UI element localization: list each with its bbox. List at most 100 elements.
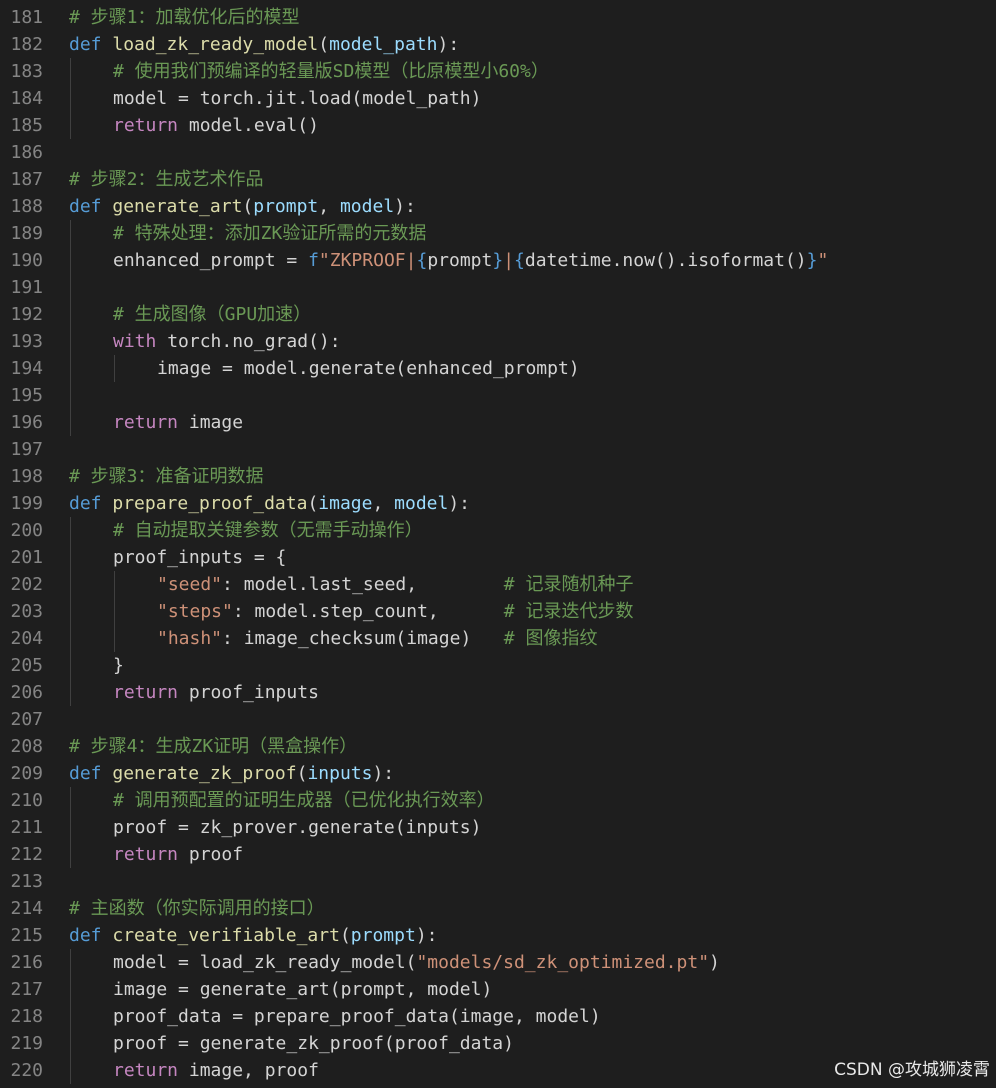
line-number: 202 xyxy=(10,574,43,595)
code-line[interactable]: 191 xyxy=(0,274,996,301)
code-text: # 步骤2：生成艺术作品 xyxy=(69,166,264,193)
code-line[interactable]: 219 proof = generate_zk_proof(proof_data) xyxy=(0,1030,996,1057)
line-number: 199 xyxy=(10,493,43,514)
code-line[interactable]: 204 "hash": image_checksum(image) # 图像指纹 xyxy=(0,625,996,652)
code-token: return xyxy=(113,412,189,433)
code-line[interactable]: 190 enhanced_prompt = f"ZKPROOF|{prompt}|… xyxy=(0,247,996,274)
code-token: # 步骤4：生成ZK证明（黑盒操作） xyxy=(69,736,358,757)
code-token: torch.no_grad(): xyxy=(167,331,341,352)
code-line[interactable]: 209 def generate_zk_proof(inputs): xyxy=(0,760,996,787)
line-number: 209 xyxy=(10,763,43,784)
code-line[interactable]: 188 def generate_art(prompt, model): xyxy=(0,193,996,220)
line-number: 185 xyxy=(10,115,43,136)
code-token: create_verifiable_art xyxy=(112,925,340,946)
code-token: return xyxy=(113,682,189,703)
code-token: model_path xyxy=(329,34,438,55)
line-number: 198 xyxy=(10,466,43,487)
code-text: def load_zk_ready_model(model_path): xyxy=(69,31,459,58)
code-line[interactable]: 200 # 自动提取关键参数（无需手动操作） xyxy=(0,517,996,544)
code-token: generate_zk_proof xyxy=(112,763,297,784)
code-line[interactable]: 216 model = load_zk_ready_model("models/s… xyxy=(0,949,996,976)
code-line[interactable]: 206 return proof_inputs xyxy=(0,679,996,706)
code-token: ( xyxy=(318,34,330,55)
indent-guide xyxy=(114,598,115,625)
code-line[interactable]: 182 def load_zk_ready_model(model_path): xyxy=(0,31,996,58)
code-token: "seed" xyxy=(157,574,223,595)
indent-guide xyxy=(70,517,71,544)
indent-guide xyxy=(70,220,71,247)
code-line[interactable]: 196 return image xyxy=(0,409,996,436)
code-token: | xyxy=(503,250,515,271)
code-line[interactable]: 187 # 步骤2：生成艺术作品 xyxy=(0,166,996,193)
code-line[interactable]: 217 image = generate_art(prompt, model) xyxy=(0,976,996,1003)
code-token: return xyxy=(113,844,189,865)
line-number: 193 xyxy=(10,331,43,352)
code-token: : model.last_seed, xyxy=(222,574,504,595)
code-text: # 主函数（你实际调用的接口） xyxy=(69,895,325,922)
code-token: } xyxy=(113,655,124,676)
code-text: def generate_zk_proof(inputs): xyxy=(69,760,394,787)
code-token: model = torch.jit.load(model_path) xyxy=(113,88,482,109)
code-token: : image_checksum(image) xyxy=(222,628,504,649)
line-number: 220 xyxy=(10,1060,43,1081)
code-line[interactable]: 201 proof_inputs = { xyxy=(0,544,996,571)
line-number: 197 xyxy=(10,439,43,460)
code-text: def prepare_proof_data(image, model): xyxy=(69,490,470,517)
code-line[interactable]: 208 # 步骤4：生成ZK证明（黑盒操作） xyxy=(0,733,996,760)
code-line[interactable]: 198 # 步骤3：准备证明数据 xyxy=(0,463,996,490)
code-line[interactable]: 186 xyxy=(0,139,996,166)
code-line[interactable]: 212 return proof xyxy=(0,841,996,868)
line-number: 201 xyxy=(10,547,43,568)
code-line[interactable]: 205} xyxy=(0,652,996,679)
line-number: 206 xyxy=(10,682,43,703)
indent-guide xyxy=(70,355,71,382)
code-line[interactable]: 213 xyxy=(0,868,996,895)
line-number: 196 xyxy=(10,412,43,433)
indent-guide xyxy=(70,787,71,814)
code-line[interactable]: 189 # 特殊处理：添加ZK验证所需的元数据 xyxy=(0,220,996,247)
indent-guide xyxy=(70,247,71,274)
code-token: def xyxy=(69,196,113,217)
code-line[interactable]: 199 def prepare_proof_data(image, model): xyxy=(0,490,996,517)
code-token: "models/sd_zk_optimized.pt" xyxy=(416,952,710,973)
code-line[interactable]: 181 # 步骤1：加载优化后的模型 xyxy=(0,4,996,31)
code-line[interactable]: 202 "seed": model.last_seed, # 记录随机种子 xyxy=(0,571,996,598)
code-token: def xyxy=(69,925,113,946)
code-line[interactable]: 215 def create_verifiable_art(prompt): xyxy=(0,922,996,949)
code-token: # 生成图像（GPU加速） xyxy=(113,304,312,325)
indent-guide xyxy=(114,571,115,598)
code-area[interactable]: 181 # 步骤1：加载优化后的模型 182 def load_zk_ready_mo… xyxy=(0,4,996,1084)
code-line[interactable]: 214 # 主函数（你实际调用的接口） xyxy=(0,895,996,922)
indent-guide xyxy=(70,382,71,409)
code-line[interactable]: 184 model = torch.jit.load(model_path) xyxy=(0,85,996,112)
code-line[interactable]: 207 xyxy=(0,706,996,733)
code-line[interactable]: 183 # 使用我们预编译的轻量版SD模型（比原模型小60%） xyxy=(0,58,996,85)
line-number: 214 xyxy=(10,898,43,919)
line-number: 200 xyxy=(10,520,43,541)
code-line[interactable]: 194 image = model.generate(enhanced_promp… xyxy=(0,355,996,382)
indent-guide xyxy=(70,814,71,841)
code-line[interactable]: 218 proof_data = prepare_proof_data(image… xyxy=(0,1003,996,1030)
code-text: image = generate_art(prompt, model) xyxy=(113,976,492,1003)
indent-guide xyxy=(70,409,71,436)
line-number: 203 xyxy=(10,601,43,622)
code-line[interactable]: 193 with torch.no_grad(): xyxy=(0,328,996,355)
code-line[interactable]: 192 # 生成图像（GPU加速） xyxy=(0,301,996,328)
code-line[interactable]: 203 "steps": model.step_count, # 记录迭代步数 xyxy=(0,598,996,625)
code-text: proof = generate_zk_proof(proof_data) xyxy=(113,1030,514,1057)
code-text: "steps": model.step_count, # 记录迭代步数 xyxy=(157,598,633,625)
code-token: " xyxy=(817,250,829,271)
code-token: with xyxy=(113,331,168,352)
line-number: 184 xyxy=(10,88,43,109)
code-line[interactable]: 211 proof = zk_prover.generate(inputs) xyxy=(0,814,996,841)
code-line[interactable]: 185 return model.eval() xyxy=(0,112,996,139)
code-token: ( xyxy=(307,493,319,514)
code-line[interactable]: 210 # 调用预配置的证明生成器（已优化执行效率） xyxy=(0,787,996,814)
code-line[interactable]: 197 xyxy=(0,436,996,463)
code-line[interactable]: 195 xyxy=(0,382,996,409)
code-token: inputs xyxy=(307,763,373,784)
code-text: model = load_zk_ready_model("models/sd_z… xyxy=(113,949,720,976)
line-number: 187 xyxy=(10,169,43,190)
code-token: proof = generate_zk_proof(proof_data) xyxy=(113,1033,514,1054)
code-editor[interactable]: 181 # 步骤1：加载优化后的模型 182 def load_zk_ready_mo… xyxy=(0,0,996,1088)
